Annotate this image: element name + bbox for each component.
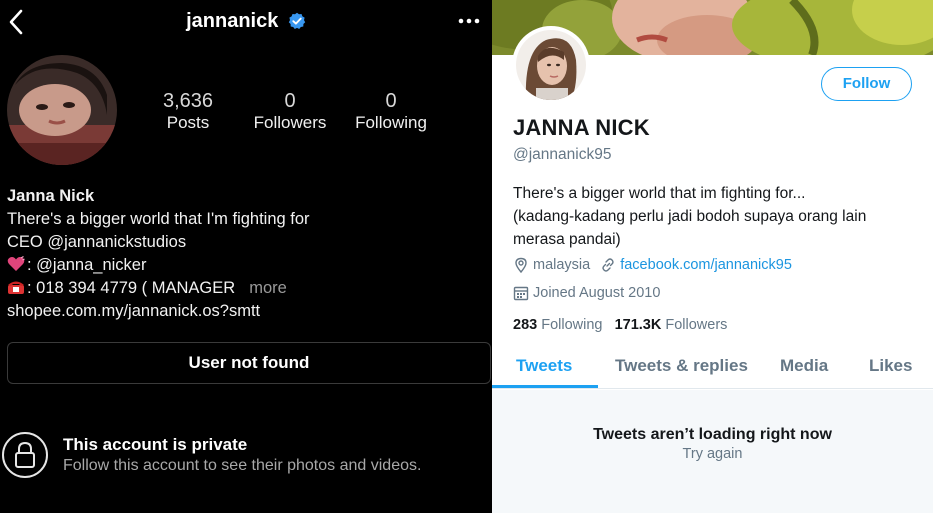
private-account-title: This account is private	[63, 435, 248, 454]
verified-badge-icon	[288, 12, 306, 30]
profile-meta-row: malaysia facebook.com/jannanick95	[513, 257, 792, 273]
user-not-found-button[interactable]: User not found	[7, 342, 491, 384]
bio-line: There's a bigger world that im fighting …	[513, 185, 806, 202]
following-count: 283	[513, 317, 538, 333]
joined-row: Joined August 2010	[513, 285, 660, 301]
twitter-handle: @jannanick95	[513, 146, 612, 163]
followers-link[interactable]: 171.3K Followers	[615, 317, 728, 333]
following-stat[interactable]: 0 Following	[350, 90, 432, 134]
link-icon	[602, 258, 614, 272]
bio-phone: : 018 394 4779 ( MANAGER	[27, 279, 236, 297]
followers-label: Followers	[253, 113, 327, 132]
posts-count: 3,636	[162, 90, 214, 112]
calendar-icon	[513, 286, 529, 301]
private-account-subtitle: Follow this account to see their photos …	[63, 457, 422, 474]
twitter-avatar[interactable]	[512, 26, 590, 104]
tab-likes[interactable]: Likes	[869, 356, 912, 376]
profile-avatar[interactable]	[7, 55, 117, 165]
bio-line: There's a bigger world that I'm fighting…	[7, 210, 310, 228]
profile-bio: Janna Nick There's a bigger world that I…	[7, 185, 487, 323]
following-link[interactable]: 283 Following	[513, 317, 602, 333]
bio-line: (kadang-kadang perlu jadi bodoh supaya o…	[513, 208, 867, 225]
tweets-error-title: Tweets aren’t loading right now	[593, 426, 832, 443]
following-count: 0	[385, 90, 397, 112]
followers-label: Followers	[665, 317, 728, 333]
followers-stat[interactable]: 0 Followers	[250, 90, 330, 134]
posts-stat: 3,636 Posts	[150, 90, 226, 134]
heart-emoji-icon	[7, 256, 25, 271]
bio-line: CEO @jannanickstudios	[7, 233, 187, 251]
location-text: malaysia	[533, 257, 591, 273]
bio-more-link[interactable]: more	[249, 279, 287, 297]
profile-header: jannanick	[0, 10, 492, 33]
followers-count: 0	[284, 90, 296, 112]
tweets-empty-state: Tweets aren’t loading right now Try agai…	[492, 390, 933, 513]
active-tab-indicator	[492, 385, 598, 388]
tab-tweets-replies[interactable]: Tweets & replies	[615, 356, 748, 376]
twitter-bio: There's a bigger world that im fighting …	[513, 182, 923, 251]
follow-button[interactable]: Follow	[821, 67, 912, 101]
location-pin-icon	[515, 257, 527, 273]
bio-line: merasa pandai)	[513, 231, 621, 248]
profile-tabs: Tweets Tweets & replies Media Likes	[492, 347, 933, 389]
follow-counts: 283 Following 171.3K Followers	[513, 317, 727, 333]
try-again-link[interactable]: Try again	[492, 446, 933, 462]
followers-count: 171.3K	[614, 317, 662, 333]
profile-username: jannanick	[186, 10, 279, 32]
tab-tweets[interactable]: Tweets	[516, 356, 572, 376]
bio-line: : @janna_nicker	[7, 254, 487, 277]
bio-secondary-account[interactable]: : @janna_nicker	[27, 256, 146, 274]
instagram-profile-panel: jannanick 3,636 Posts 0 Followers 0 Foll…	[0, 0, 492, 513]
twitter-display-name: JANNA NICK	[513, 115, 650, 140]
joined-date: Joined August 2010	[533, 285, 661, 301]
tab-media[interactable]: Media	[780, 356, 828, 376]
twitter-profile-panel: Follow JANNA NICK @jannanick95 There's a…	[492, 0, 933, 513]
bio-line: : 018 394 4779 ( MANAGER more	[7, 277, 487, 300]
following-label: Following	[541, 317, 603, 333]
website-link[interactable]: facebook.com/jannanick95	[620, 257, 792, 273]
bio-website-link[interactable]: shopee.com.my/jannanick.os?smtt	[7, 300, 487, 323]
telephone-emoji-icon	[8, 281, 24, 294]
more-options-icon[interactable]	[456, 10, 482, 32]
posts-label: Posts	[166, 113, 210, 132]
following-label: Following	[355, 113, 427, 132]
profile-full-name: Janna Nick	[7, 187, 95, 205]
lock-icon	[2, 432, 48, 478]
